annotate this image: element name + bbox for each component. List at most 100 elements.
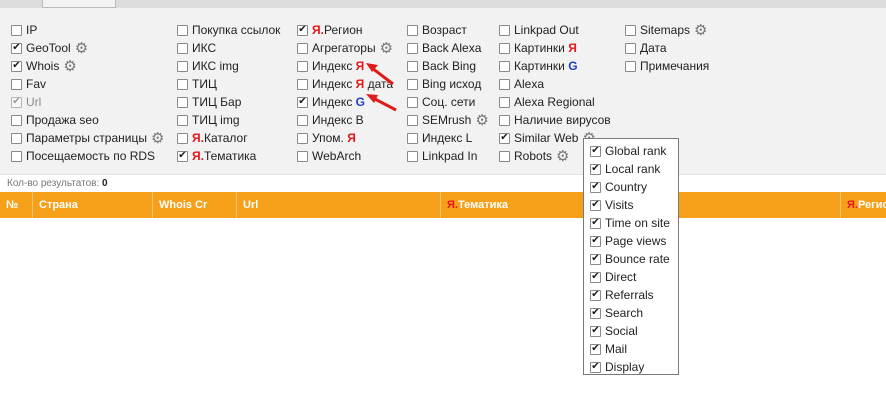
checkbox[interactable]	[407, 78, 418, 90]
option-semrush[interactable]: SEMrush ⚙	[407, 111, 489, 129]
checkbox[interactable]	[177, 78, 188, 90]
option-geotool[interactable]: ✔ GeoTool ⚙	[11, 39, 164, 57]
gear-icon[interactable]: ⚙	[694, 23, 707, 38]
checkbox[interactable]: ✔	[11, 42, 22, 54]
checkbox[interactable]: ✔	[590, 181, 601, 193]
checkbox[interactable]: ✔	[590, 289, 601, 301]
checkbox[interactable]	[407, 60, 418, 72]
checkbox[interactable]	[11, 78, 22, 90]
option-наличие-вирусов[interactable]: Наличие вирусов	[499, 111, 611, 129]
option-индекс-я[interactable]: Индекс Я	[297, 57, 393, 75]
checkbox[interactable]	[297, 114, 308, 126]
checkbox[interactable]	[177, 42, 188, 54]
option-alexa-regional[interactable]: Alexa Regional	[499, 93, 611, 111]
checkbox[interactable]: ✔	[590, 163, 601, 175]
option-whois[interactable]: ✔ Whois ⚙	[11, 57, 164, 75]
checkbox[interactable]	[177, 132, 188, 144]
checkbox[interactable]: ✔	[590, 307, 601, 319]
option-посещаемость-по-rds[interactable]: Посещаемость по RDS	[11, 147, 164, 165]
option-page-views[interactable]: ✔ Page views	[584, 232, 678, 250]
option-country[interactable]: ✔ Country	[584, 178, 678, 196]
checkbox[interactable]	[499, 150, 510, 162]
option-возраст[interactable]: Возраст	[407, 21, 489, 39]
option-visits[interactable]: ✔ Visits	[584, 196, 678, 214]
checkbox[interactable]	[499, 96, 510, 108]
option-fav[interactable]: Fav	[11, 75, 164, 93]
option-global-rank[interactable]: ✔ Global rank	[584, 142, 678, 160]
checkbox[interactable]	[297, 78, 308, 90]
checkbox[interactable]: ✔	[590, 199, 601, 211]
checkbox[interactable]	[407, 150, 418, 162]
option-картинки-g[interactable]: Картинки G	[499, 57, 611, 75]
checkbox[interactable]: ✔	[590, 235, 601, 247]
checkbox[interactable]: ✔	[590, 361, 601, 373]
option-display[interactable]: ✔ Display	[584, 358, 678, 376]
checkbox[interactable]: ✔	[177, 150, 188, 162]
checkbox[interactable]	[499, 78, 510, 90]
checkbox[interactable]	[407, 24, 418, 36]
option-ip[interactable]: IP	[11, 21, 164, 39]
checkbox[interactable]	[177, 114, 188, 126]
option-linkpad-out[interactable]: Linkpad Out	[499, 21, 611, 39]
checkbox[interactable]	[297, 150, 308, 162]
checkbox[interactable]: ✔	[11, 96, 22, 108]
option-direct[interactable]: ✔ Direct	[584, 268, 678, 286]
checkbox[interactable]	[297, 42, 308, 54]
checkbox[interactable]	[499, 24, 510, 36]
checkbox[interactable]: ✔	[297, 96, 308, 108]
checkbox[interactable]	[625, 60, 636, 72]
checkbox[interactable]: ✔	[590, 145, 601, 157]
option-тиц[interactable]: ТИЦ	[177, 75, 280, 93]
option-соц-сети[interactable]: Соц. сети	[407, 93, 489, 111]
checkbox[interactable]	[11, 150, 22, 162]
checkbox[interactable]	[11, 114, 22, 126]
checkbox[interactable]	[499, 114, 510, 126]
gear-icon[interactable]: ⚙	[75, 41, 88, 56]
checkbox[interactable]	[177, 24, 188, 36]
checkbox[interactable]: ✔	[590, 271, 601, 283]
option-тиц-бар[interactable]: ТИЦ Бар	[177, 93, 280, 111]
checkbox[interactable]	[297, 132, 308, 144]
option-social[interactable]: ✔ Social	[584, 322, 678, 340]
checkbox[interactable]: ✔	[297, 24, 308, 36]
option-индекс-g[interactable]: ✔ Индекс G	[297, 93, 393, 111]
option-картинки-я[interactable]: Картинки Я	[499, 39, 611, 57]
option-back-bing[interactable]: Back Bing	[407, 57, 489, 75]
checkbox[interactable]	[407, 132, 418, 144]
checkbox[interactable]	[177, 60, 188, 72]
option-параметры-страницы[interactable]: Параметры страницы ⚙	[11, 129, 164, 147]
checkbox[interactable]	[625, 42, 636, 54]
option-тиц-img[interactable]: ТИЦ img	[177, 111, 280, 129]
col-header-url[interactable]: Url	[236, 192, 440, 218]
option-я-тематика[interactable]: ✔ Я.Тематика	[177, 147, 280, 165]
checkbox[interactable]: ✔	[590, 343, 601, 355]
checkbox[interactable]	[407, 42, 418, 54]
option-я-регион[interactable]: ✔ Я.Регион	[297, 21, 393, 39]
col-header-whois[interactable]: Whois Cr	[152, 192, 236, 218]
option-back-alexa[interactable]: Back Alexa	[407, 39, 489, 57]
col-header-number[interactable]: №	[0, 192, 32, 218]
option-покупка-ссылок[interactable]: Покупка ссылок	[177, 21, 280, 39]
option-индекс-l[interactable]: Индекс L	[407, 129, 489, 147]
option-sitemaps[interactable]: Sitemaps ⚙	[625, 21, 709, 39]
checkbox[interactable]	[177, 96, 188, 108]
checkbox[interactable]: ✔	[590, 325, 601, 337]
option-агрегаторы[interactable]: Агрегаторы ⚙	[297, 39, 393, 57]
option-продажа-seo[interactable]: Продажа seo	[11, 111, 164, 129]
option-time-on-site[interactable]: ✔ Time on site	[584, 214, 678, 232]
checkbox[interactable]: ✔	[590, 253, 601, 265]
gear-icon[interactable]: ⚙	[151, 131, 164, 146]
tab[interactable]	[42, 0, 116, 8]
checkbox[interactable]	[11, 132, 22, 144]
checkbox[interactable]	[11, 24, 22, 36]
checkbox[interactable]	[297, 60, 308, 72]
col-header-ya-region[interactable]: Я.Регион	[840, 192, 886, 218]
option-webarch[interactable]: WebArch	[297, 147, 393, 165]
checkbox[interactable]	[499, 42, 510, 54]
gear-icon[interactable]: ⚙	[63, 59, 76, 74]
option-mail[interactable]: ✔ Mail	[584, 340, 678, 358]
checkbox[interactable]	[407, 96, 418, 108]
checkbox[interactable]: ✔	[499, 132, 510, 144]
gear-icon[interactable]: ⚙	[475, 113, 488, 128]
gear-icon[interactable]: ⚙	[556, 149, 569, 164]
